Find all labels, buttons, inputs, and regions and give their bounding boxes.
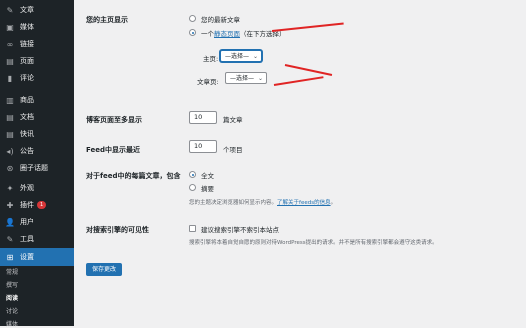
tools-icon: ✎ xyxy=(6,234,14,244)
sidebar-item-users[interactable]: 👤 用户 xyxy=(0,214,74,230)
appearance-icon: ✦ xyxy=(6,183,14,193)
chevron-down-icon: ⌄ xyxy=(252,53,258,60)
submenu-item-general[interactable]: 常规 xyxy=(6,267,18,276)
annotation-arrow xyxy=(273,76,324,86)
posts-per-page-input[interactable]: 10 xyxy=(189,111,217,124)
sidebar-item-label: 文档 xyxy=(20,113,34,121)
docs-icon: ▤ xyxy=(6,112,14,122)
sidebar-item-label: 评论 xyxy=(20,74,34,82)
sidebar-item-comments[interactable]: ▮ 评论 xyxy=(0,70,74,86)
sidebar-item-label: 链接 xyxy=(20,40,34,48)
feed-help-prefix: 您的主题决定浏览器如何显示内容。 xyxy=(189,200,278,206)
postspage-select-label: 文章页: xyxy=(197,78,219,86)
media-icon: ▣ xyxy=(6,22,14,32)
feed-summary-radio[interactable] xyxy=(189,184,196,191)
submenu-item-writing[interactable]: 撰写 xyxy=(6,280,18,289)
sidebar-item-label: 插件 xyxy=(20,201,34,209)
settings-icon: ⊞ xyxy=(6,252,14,262)
blog-pages-label: 博客页面至多显示 xyxy=(86,116,142,124)
discourage-search-checkbox[interactable] xyxy=(189,225,196,232)
sidebar-item-label: 工具 xyxy=(20,235,34,243)
feed-items-label: Feed中显示最近 xyxy=(86,146,141,154)
search-help-text: 搜索引擎将本着自觉自愿的原则对待WordPress提出的请求。并不是所有搜索引擎… xyxy=(189,240,438,246)
latest-posts-radio[interactable] xyxy=(189,15,196,22)
static-page-prefix: 一个 xyxy=(201,30,214,38)
page-icon: ▤ xyxy=(6,56,14,66)
sidebar-item-label: 媒体 xyxy=(20,23,34,31)
sidebar-item-links[interactable]: ∞ 链接 xyxy=(0,36,74,52)
admin-sidebar: ✎ 文章 ▣ 媒体 ∞ 链接 ▤ 页面 ▮ 评论 ▥ 商品 ▤ 文档 ▤ 快讯 ◂) 公告 ⊛ 圈子… xyxy=(0,0,74,328)
static-page-link[interactable]: 静态页面 xyxy=(214,30,240,38)
sidebar-item-appearance[interactable]: ✦ 外观 xyxy=(0,180,74,196)
feed-help-suffix: 。 xyxy=(330,200,337,206)
sidebar-item-docs[interactable]: ▤ 文档 xyxy=(0,109,74,125)
feed-help-text: 您的主题决定浏览器如何显示内容。了解关于feeds的信息。 xyxy=(189,198,336,206)
postspage-select[interactable]: —选择— ⌄ xyxy=(225,72,267,84)
sidebar-item-label: 页面 xyxy=(20,57,34,65)
pin-icon: ✎ xyxy=(6,5,14,15)
homepage-select-label: 主页: xyxy=(203,55,219,63)
update-count-badge: 1 xyxy=(37,201,47,209)
static-page-radio[interactable] xyxy=(189,29,196,36)
search-visibility-label: 对搜索引擎的可见性 xyxy=(86,226,149,234)
sidebar-item-media[interactable]: ▣ 媒体 xyxy=(0,19,74,35)
sidebar-item-circle-topics[interactable]: ⊛ 圈子话题 xyxy=(0,160,74,176)
feed-full-text-label: 全文 xyxy=(201,172,214,180)
save-changes-button[interactable]: 保存更改 xyxy=(86,263,123,276)
sidebar-item-settings[interactable]: ⊞ 设置 xyxy=(0,248,74,266)
feed-summary-label: 摘要 xyxy=(201,185,214,193)
submenu-item-reading[interactable]: 阅读 xyxy=(6,293,18,302)
sidebar-item-label: 公告 xyxy=(20,147,34,155)
annotation-arrow xyxy=(284,64,333,76)
sidebar-item-label: 外观 xyxy=(20,184,34,192)
feed-content-label: 对于feed中的每篇文章，包含 xyxy=(86,172,181,180)
submenu-item-discussion[interactable]: 讨论 xyxy=(6,306,18,315)
postspage-select-value: —选择— xyxy=(230,75,255,82)
plugins-icon: ✚ xyxy=(6,200,14,210)
submenu-item-media[interactable]: 媒体 xyxy=(6,319,18,328)
sidebar-item-posts[interactable]: ✎ 文章 xyxy=(0,2,74,18)
announcement-icon: ◂) xyxy=(6,146,14,156)
flash-icon: ▤ xyxy=(6,129,14,139)
products-icon: ▥ xyxy=(6,95,14,105)
sidebar-item-label: 用户 xyxy=(20,218,34,226)
sidebar-item-label: 设置 xyxy=(20,253,34,261)
feed-items-input[interactable]: 10 xyxy=(189,140,217,153)
homepage-select[interactable]: —选择— ⌄ xyxy=(220,50,262,62)
feed-full-text-radio[interactable] xyxy=(189,171,196,178)
sidebar-item-announcements[interactable]: ◂) 公告 xyxy=(0,143,74,159)
sidebar-item-pages[interactable]: ▤ 页面 xyxy=(0,53,74,69)
sidebar-item-tools[interactable]: ✎ 工具 xyxy=(0,231,74,247)
sidebar-item-products[interactable]: ▥ 商品 xyxy=(0,92,74,108)
discourage-search-label: 建议搜索引擎不索引本站点 xyxy=(201,226,279,234)
link-icon: ∞ xyxy=(6,39,14,49)
users-icon: 👤 xyxy=(5,217,15,227)
circle-icon: ⊛ xyxy=(6,163,14,173)
latest-posts-label: 您的最新文章 xyxy=(201,16,240,24)
chevron-down-icon: ⌄ xyxy=(257,75,263,82)
sidebar-item-plugins[interactable]: ✚ 插件 1 xyxy=(0,197,74,213)
sidebar-item-label: 圈子话题 xyxy=(20,164,48,172)
posts-per-page-unit: 篇文章 xyxy=(223,116,243,124)
feeds-info-link[interactable]: 了解关于feeds的信息 xyxy=(277,200,331,206)
sidebar-item-label: 快讯 xyxy=(20,130,34,138)
sidebar-item-flash[interactable]: ▤ 快讯 xyxy=(0,126,74,142)
sidebar-item-label: 商品 xyxy=(20,96,34,104)
homepage-select-value: —选择— xyxy=(225,53,250,60)
comment-icon: ▮ xyxy=(7,73,13,83)
homepage-display-label: 您的主页显示 xyxy=(86,16,128,24)
sidebar-item-label: 文章 xyxy=(20,6,34,14)
feed-items-unit: 个项目 xyxy=(223,146,243,154)
